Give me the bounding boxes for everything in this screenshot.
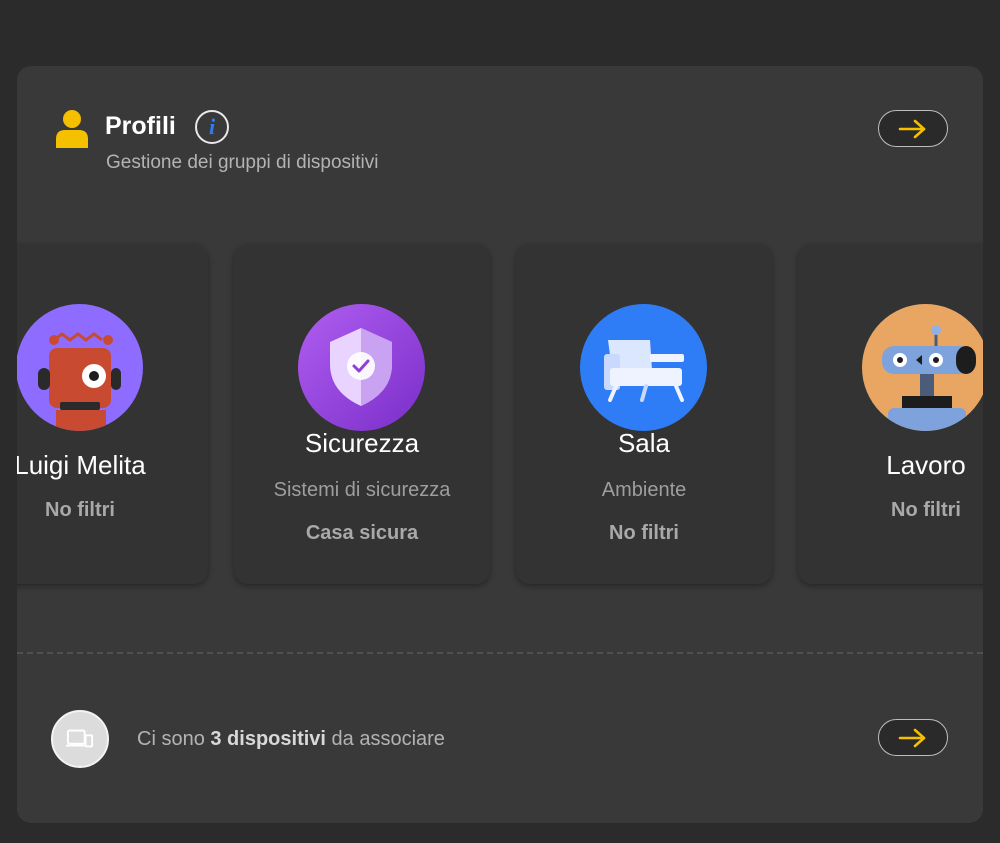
profile-status: No filtri [45,499,115,521]
dashed-divider [17,652,983,654]
profile-subtitle: Sistemi di sicurezza [273,479,451,501]
profile-status: No filtri [891,499,961,521]
shield-icon [298,304,425,431]
profile-card-sicurezza[interactable]: Sicurezza Sistemi di sicurezza Casa sicu… [234,244,490,584]
profile-name: Luigi Melita [17,450,146,480]
arrow-right-icon [898,728,926,747]
devices-text-after: da associare [325,728,445,750]
info-glyph: i [208,114,216,139]
profile-card-luigi-melita[interactable]: Luigi Melita No filtri [17,244,208,584]
profiles-panel: Profili i Gestione dei gruppi di disposi… [17,66,983,823]
robot-head-icon [862,304,983,431]
profile-name: Sicurezza [304,428,420,458]
page-subtitle: Gestione dei gruppi di dispositivi [106,152,379,173]
pair-devices-button[interactable] [878,719,948,756]
profile-name: Lavoro [886,450,966,480]
devices-count: 3 dispositivi [210,728,326,750]
profile-card-sala[interactable]: Sala Ambiente No filtri [516,244,772,584]
profiles-next-button[interactable] [878,110,948,147]
person-icon [55,108,89,148]
arrow-right-icon [898,119,926,138]
profile-status: Casa sicura [305,522,419,544]
page-title: Profili [105,112,176,140]
info-icon[interactable]: i [195,110,229,144]
profile-subtitle: Ambiente [601,479,687,501]
profile-card-lavoro[interactable]: Lavoro No filtri [798,244,983,584]
armchair-icon [580,304,707,431]
robot-avatar-icon [17,304,143,431]
devices-to-pair-text: Ci sono 3 dispositivi da associare [137,728,445,751]
devices-text-before: Ci sono [137,728,211,750]
profile-status: No filtri [609,522,679,544]
devices-icon [51,710,109,768]
profile-name: Sala [617,428,671,458]
